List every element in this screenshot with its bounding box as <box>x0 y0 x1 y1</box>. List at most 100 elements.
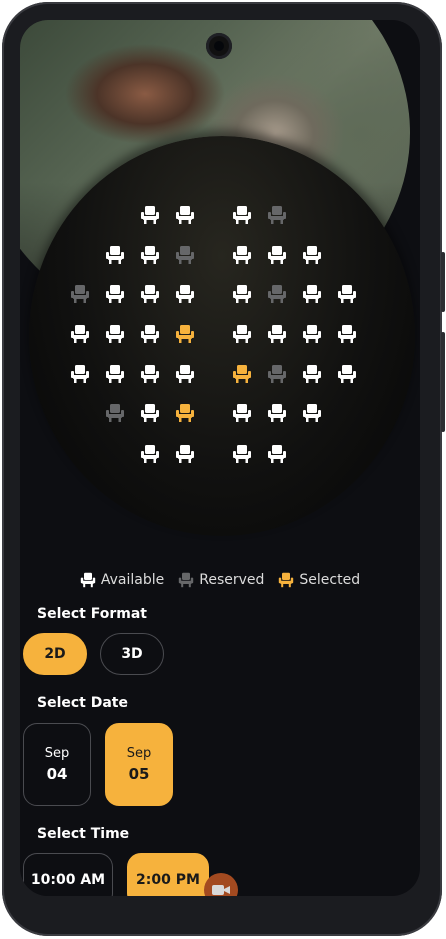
seat-legend: Available Reserved Selected <box>20 572 420 588</box>
date-month: Sep <box>126 746 152 761</box>
seat-available-icon <box>106 365 124 383</box>
legend-available: Available <box>80 572 164 588</box>
seat-r7c6[interactable] <box>267 444 287 464</box>
seat-r5c4[interactable] <box>175 364 195 384</box>
seat-reserved-icon <box>268 365 286 383</box>
date-section-title: Select Date <box>37 695 128 711</box>
video-camera-button[interactable] <box>204 873 238 896</box>
seat-available-icon <box>338 285 356 303</box>
seat-available-icon <box>268 246 286 264</box>
format-2d-button[interactable]: 2D <box>23 633 87 675</box>
seat-r1c6 <box>267 205 287 225</box>
date-month: Sep <box>44 746 70 761</box>
screen: Available Reserved Selected Select Forma… <box>20 20 420 896</box>
seat-available-icon <box>268 325 286 343</box>
seat-r7c5[interactable] <box>232 444 252 464</box>
format-section-title: Select Format <box>37 606 147 622</box>
seat-available-icon <box>141 365 159 383</box>
seat-available-icon <box>176 285 194 303</box>
seat-r3c7[interactable] <box>302 284 322 304</box>
seat-r2c7[interactable] <box>302 245 322 265</box>
seat-available-icon <box>338 365 356 383</box>
seat-r3c5[interactable] <box>232 284 252 304</box>
legend-selected-label: Selected <box>299 572 361 588</box>
seat-available-icon <box>141 206 159 224</box>
seat-r5c1[interactable] <box>70 364 90 384</box>
seat-r2c3[interactable] <box>140 245 160 265</box>
seat-available-icon <box>141 445 159 463</box>
front-camera <box>206 33 232 59</box>
seat-r4c2[interactable] <box>105 324 125 344</box>
seat-r6c5[interactable] <box>232 403 252 423</box>
seat-available-icon <box>106 246 124 264</box>
seat-available-icon <box>80 572 96 588</box>
date-day: 04 <box>46 765 68 783</box>
seat-available-icon <box>303 285 321 303</box>
seat-r6c4[interactable] <box>175 403 195 423</box>
seat-r3c3[interactable] <box>140 284 160 304</box>
seat-r6c7[interactable] <box>302 403 322 423</box>
seat-r5c7[interactable] <box>302 364 322 384</box>
date-day: 05 <box>128 765 150 783</box>
seat-r6c6[interactable] <box>267 403 287 423</box>
seat-available-icon <box>71 325 89 343</box>
seat-r4c5[interactable] <box>232 324 252 344</box>
seat-available-icon <box>303 365 321 383</box>
seat-r5c3[interactable] <box>140 364 160 384</box>
seat-available-icon <box>233 285 251 303</box>
seat-r2c6[interactable] <box>267 245 287 265</box>
seat-available-icon <box>176 206 194 224</box>
format-3d-button[interactable]: 3D <box>100 633 164 675</box>
time-2pm-button[interactable]: 2:00 PM <box>127 853 209 896</box>
seat-r4c8[interactable] <box>337 324 357 344</box>
date-card-sep-05[interactable]: Sep 05 <box>105 723 173 806</box>
seat-available-icon <box>176 445 194 463</box>
seat-r1c5[interactable] <box>232 205 252 225</box>
seat-r2c5[interactable] <box>232 245 252 265</box>
seat-selected-icon <box>176 404 194 422</box>
seat-available-icon <box>141 285 159 303</box>
seat-available-icon <box>141 325 159 343</box>
seat-r4c1[interactable] <box>70 324 90 344</box>
seat-r1c3[interactable] <box>140 205 160 225</box>
seat-grid <box>20 20 420 540</box>
seat-r3c8[interactable] <box>337 284 357 304</box>
seat-available-icon <box>268 445 286 463</box>
seat-r4c7[interactable] <box>302 324 322 344</box>
seat-available-icon <box>303 404 321 422</box>
seat-r1c4[interactable] <box>175 205 195 225</box>
seat-reserved-icon <box>268 285 286 303</box>
seat-available-icon <box>71 365 89 383</box>
seat-available-icon <box>141 246 159 264</box>
seat-r5c8[interactable] <box>337 364 357 384</box>
seat-r3c2[interactable] <box>105 284 125 304</box>
seat-reserved-icon <box>268 206 286 224</box>
seat-r7c4[interactable] <box>175 444 195 464</box>
seat-r2c2[interactable] <box>105 245 125 265</box>
seat-reserved-icon <box>106 404 124 422</box>
power-button <box>441 332 445 432</box>
seat-r7c3[interactable] <box>140 444 160 464</box>
seat-r4c3[interactable] <box>140 324 160 344</box>
seat-available-icon <box>338 325 356 343</box>
seat-r4c6[interactable] <box>267 324 287 344</box>
seat-r6c3[interactable] <box>140 403 160 423</box>
video-camera-icon <box>212 885 230 895</box>
seat-reserved-icon <box>176 246 194 264</box>
legend-reserved: Reserved <box>178 572 264 588</box>
seat-available-icon <box>303 246 321 264</box>
legend-selected: Selected <box>278 572 360 588</box>
seat-available-icon <box>233 206 251 224</box>
seat-r5c2[interactable] <box>105 364 125 384</box>
time-10am-button[interactable]: 10:00 AM <box>23 853 113 896</box>
seat-r2c4 <box>175 245 195 265</box>
date-card-sep-04[interactable]: Sep 04 <box>23 723 91 806</box>
seat-r4c4[interactable] <box>175 324 195 344</box>
seat-available-icon <box>176 365 194 383</box>
volume-button <box>441 252 445 312</box>
seat-selected-icon <box>278 572 294 588</box>
seat-r3c4[interactable] <box>175 284 195 304</box>
seat-r5c5[interactable] <box>232 364 252 384</box>
seat-available-icon <box>303 325 321 343</box>
seat-available-icon <box>106 325 124 343</box>
